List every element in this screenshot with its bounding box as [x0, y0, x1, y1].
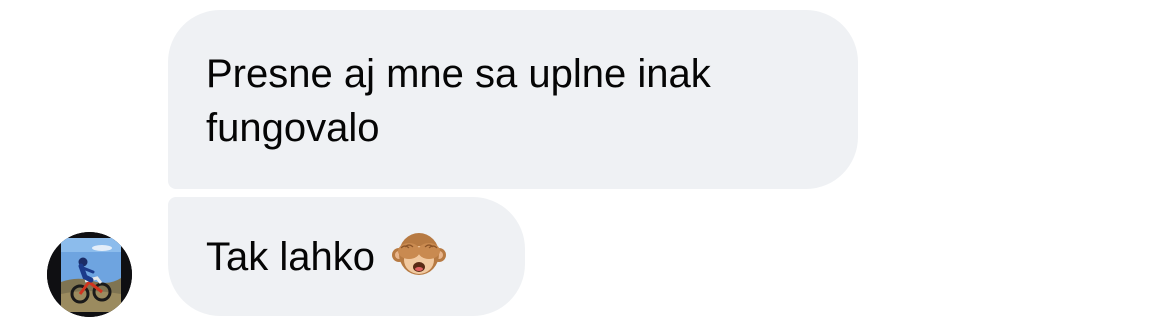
message-text: Tak lahko: [206, 235, 375, 279]
message-bubble[interactable]: Tak lahko: [168, 197, 525, 316]
avatar[interactable]: [47, 232, 132, 317]
see-no-evil-monkey-icon: [391, 227, 447, 283]
message-text: Presne aj mne sa uplne inak fungovalo: [206, 52, 711, 150]
motocross-rider-icon: [47, 232, 132, 317]
message-bubble[interactable]: Presne aj mne sa uplne inak fungovalo: [168, 10, 858, 189]
